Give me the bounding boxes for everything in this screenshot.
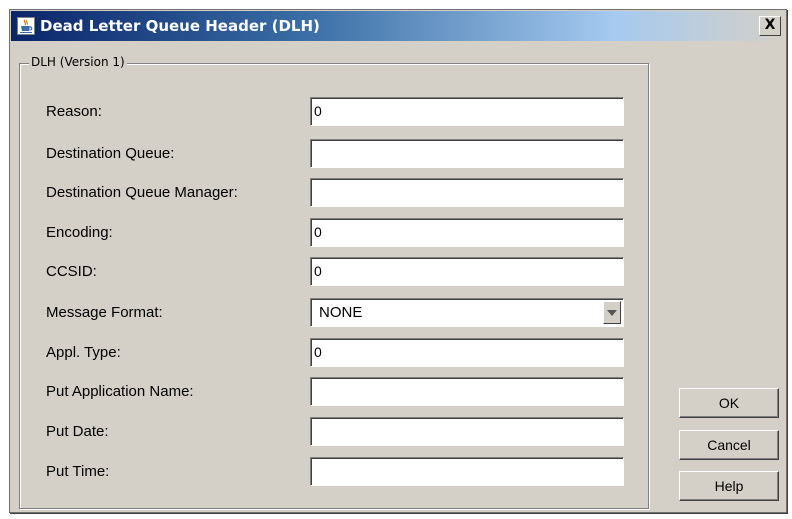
appl-type-field[interactable]: 0	[310, 338, 624, 367]
java-cup-icon	[17, 17, 35, 35]
encoding-label: Encoding:	[46, 224, 113, 241]
destination-queue-manager-field[interactable]	[310, 178, 624, 207]
message-format-select[interactable]: NONE	[310, 298, 624, 327]
put-date-label: Put Date:	[46, 423, 109, 440]
destination-queue-manager-label: Destination Queue Manager:	[46, 184, 238, 201]
encoding-field[interactable]: 0	[310, 218, 624, 247]
encoding-row: Encoding: 0	[10, 218, 650, 248]
destination-queue-field[interactable]	[310, 139, 624, 168]
ccsid-label: CCSID:	[46, 263, 97, 280]
reason-field[interactable]: 0	[310, 97, 624, 126]
appl-type-label: Appl. Type:	[46, 344, 121, 361]
ccsid-row: CCSID: 0	[10, 257, 650, 287]
put-date-row: Put Date:	[10, 417, 650, 447]
destination-queue-row: Destination Queue:	[10, 139, 650, 169]
put-time-field[interactable]	[310, 457, 624, 486]
put-application-name-field[interactable]	[310, 377, 624, 406]
message-format-row: Message Format: NONE	[10, 298, 650, 328]
group-legend: DLH (Version 1)	[29, 54, 127, 70]
put-time-row: Put Time:	[10, 457, 650, 487]
cancel-button[interactable]: Cancel	[679, 430, 779, 460]
close-button[interactable]: X	[759, 16, 781, 36]
put-application-name-row: Put Application Name:	[10, 377, 650, 407]
chevron-down-icon	[607, 310, 617, 316]
destination-queue-label: Destination Queue:	[46, 145, 175, 162]
put-time-label: Put Time:	[46, 463, 110, 480]
put-application-name-label: Put Application Name:	[46, 383, 194, 400]
message-format-value: NONE	[319, 304, 363, 321]
reason-label: Reason:	[46, 103, 102, 120]
ok-button[interactable]: OK	[679, 388, 779, 418]
appl-type-row: Appl. Type: 0	[10, 338, 650, 368]
window-title: Dead Letter Queue Header (DLH)	[40, 17, 320, 35]
message-format-label: Message Format:	[46, 304, 163, 321]
dlh-dialog: Dead Letter Queue Header (DLH) X DLH (Ve…	[9, 9, 787, 513]
ccsid-field[interactable]: 0	[310, 257, 624, 286]
message-format-dropdown-button[interactable]	[603, 301, 621, 324]
close-icon: X	[764, 17, 776, 33]
reason-row: Reason: 0	[10, 97, 650, 127]
title-bar[interactable]: Dead Letter Queue Header (DLH) X	[11, 11, 785, 41]
help-button[interactable]: Help	[679, 471, 779, 501]
put-date-field[interactable]	[310, 417, 624, 446]
destination-queue-manager-row: Destination Queue Manager:	[10, 178, 650, 208]
